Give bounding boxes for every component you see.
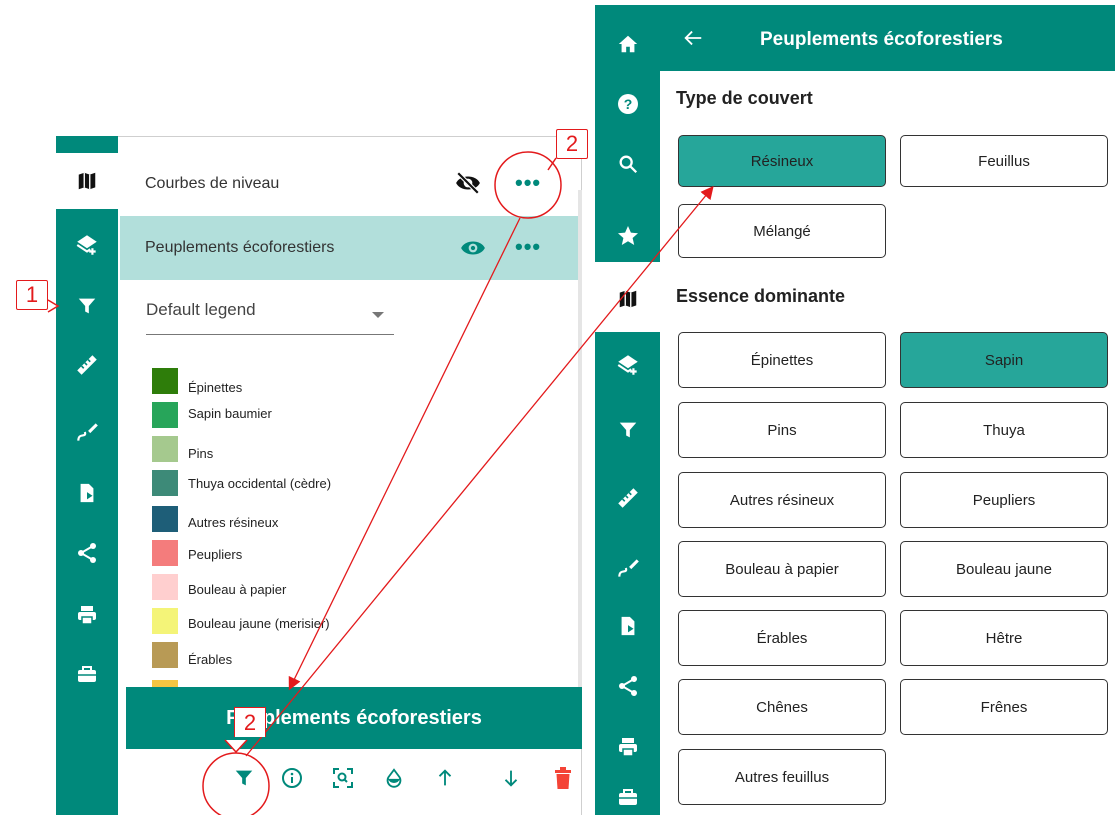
add-layer-icon[interactable] <box>56 225 118 265</box>
step-tag: 2 <box>234 707 266 737</box>
legend-label: Pins <box>188 446 214 461</box>
filter-button[interactable]: Thuya <box>900 402 1108 458</box>
legend-label: Bouleau jaune (merisier) <box>188 616 330 631</box>
add-layer-icon[interactable] <box>595 343 660 387</box>
legend-label: Autres résineux <box>188 515 279 530</box>
layer-name: Courbes de niveau <box>145 175 280 192</box>
draw-icon[interactable] <box>595 546 660 590</box>
back-arrow-icon[interactable] <box>682 27 704 49</box>
import-file-icon[interactable] <box>595 604 660 648</box>
filter-button[interactable]: Hêtre <box>900 610 1108 666</box>
left-scrollbar[interactable] <box>578 190 582 690</box>
legend-label: Sapin baumier <box>188 406 272 421</box>
filter-button[interactable]: Feuillus <box>900 135 1108 187</box>
zoom-to-layer-icon[interactable] <box>325 760 361 796</box>
legend-swatch <box>152 506 178 532</box>
legend-label: Peupliers <box>188 547 243 562</box>
print-icon[interactable] <box>56 595 118 635</box>
map-icon[interactable] <box>56 161 118 201</box>
legend-label: Épinettes <box>188 380 243 395</box>
filter-button[interactable]: Mélangé <box>678 204 886 258</box>
legend-select-value: Default legend <box>146 300 256 319</box>
share-icon[interactable] <box>595 664 660 708</box>
legend-swatch <box>152 680 178 687</box>
legend-label: Bouleau à papier <box>188 582 287 597</box>
step-tag: 1 <box>16 280 48 310</box>
filter-button[interactable]: Érables <box>678 610 886 666</box>
legend-swatch <box>152 540 178 566</box>
filter-button[interactable]: Épinettes <box>678 332 886 388</box>
info-icon[interactable] <box>274 760 310 796</box>
legend-swatch <box>152 436 178 462</box>
filter-icon[interactable] <box>56 286 118 326</box>
map-icon[interactable] <box>595 277 660 321</box>
search-icon[interactable] <box>595 142 660 186</box>
layer-row-peuplements[interactable]: Peuplements écoforestiers <box>120 216 578 280</box>
import-file-icon[interactable] <box>56 473 118 513</box>
filter-button[interactable]: Sapin <box>900 332 1108 388</box>
home-icon[interactable] <box>595 22 660 66</box>
filter-button[interactable]: Bouleau jaune <box>900 541 1108 597</box>
layer-menu-button[interactable]: ••• <box>515 170 541 196</box>
filter-button[interactable]: Chênes <box>678 679 886 735</box>
legend-swatch <box>152 368 178 394</box>
filter-button[interactable]: Peupliers <box>900 472 1108 528</box>
filter-button[interactable]: Autres feuillus <box>678 749 886 805</box>
layer-menu-button[interactable]: ••• <box>515 234 541 260</box>
eye-off-icon[interactable] <box>455 172 481 194</box>
eye-icon[interactable] <box>460 238 486 258</box>
toolbox-icon[interactable] <box>595 785 660 815</box>
section-title: Essence dominante <box>676 286 846 306</box>
draw-icon[interactable] <box>56 412 118 452</box>
share-icon[interactable] <box>56 533 118 573</box>
legend-swatch <box>152 402 178 428</box>
layer-row-courbes[interactable]: Courbes de niveau <box>120 152 578 216</box>
filter-button[interactable]: Autres résineux <box>678 472 886 528</box>
filter-icon[interactable] <box>595 408 660 452</box>
left-sidebar-top <box>56 136 118 144</box>
svg-text:?: ? <box>623 96 632 112</box>
legend-swatch <box>152 574 178 600</box>
section-title: Type de couvert <box>676 88 813 108</box>
filter-tool-button[interactable] <box>226 760 262 796</box>
right-panel-title: Peuplements écoforestiers <box>760 29 1003 50</box>
ruler-icon[interactable] <box>56 345 118 385</box>
print-icon[interactable] <box>595 725 660 769</box>
delete-icon[interactable] <box>545 760 581 796</box>
legend-swatch <box>152 642 178 668</box>
move-up-icon[interactable] <box>427 760 463 796</box>
toolbox-icon[interactable] <box>56 654 118 694</box>
move-down-icon[interactable] <box>493 760 529 796</box>
step-tag: 2 <box>556 129 588 159</box>
ruler-icon[interactable] <box>595 476 660 520</box>
layer-title-bar: Peuplements écoforestiers <box>126 687 582 749</box>
opacity-icon[interactable] <box>376 760 412 796</box>
legend-swatch <box>152 608 178 634</box>
filter-button[interactable]: Pins <box>678 402 886 458</box>
filter-button[interactable]: Résineux <box>678 135 886 187</box>
filter-button[interactable]: Bouleau à papier <box>678 541 886 597</box>
layer-name: Peuplements écoforestiers <box>145 239 335 256</box>
right-panel-header: Peuplements écoforestiers <box>660 5 1115 71</box>
chevron-down-icon <box>372 312 384 318</box>
help-icon[interactable]: ? <box>595 82 660 126</box>
legend-label: Érables <box>188 652 233 667</box>
legend-select[interactable]: Default legend <box>146 300 394 335</box>
filter-button[interactable]: Frênes <box>900 679 1108 735</box>
legend-label: Thuya occidental (cèdre) <box>188 476 332 491</box>
star-icon[interactable] <box>595 214 660 258</box>
legend-swatch <box>152 470 178 496</box>
